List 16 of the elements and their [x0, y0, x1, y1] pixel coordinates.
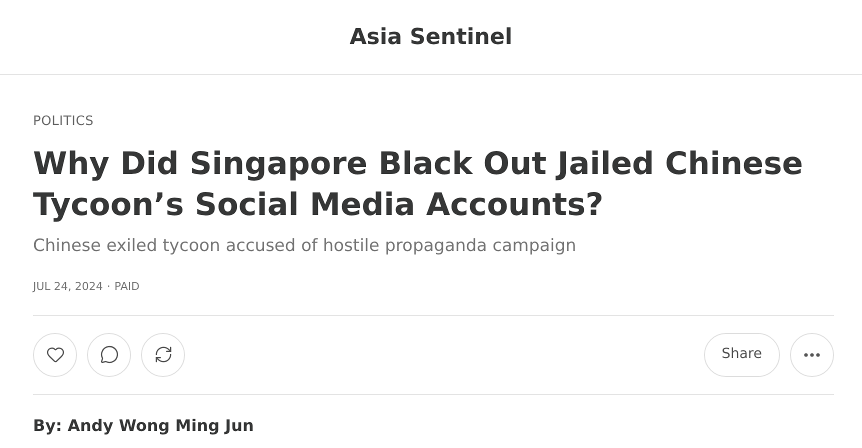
heart-icon: [46, 345, 64, 364]
circular-arrows-icon: [154, 345, 172, 364]
article-subtitle: Chinese exiled tycoon accused of hostile propaganda campaign: [33, 234, 578, 258]
publish-date: JUL 24, 2024: [33, 279, 103, 295]
more-icon: [804, 352, 820, 356]
separator-dot: ·: [106, 279, 110, 295]
restack-button[interactable]: [141, 332, 185, 376]
article-title: Why Did Singapore Black Out Jailed Chinese Tycoon’s Social Media Accounts?: [33, 144, 804, 224]
like-button[interactable]: [33, 332, 77, 376]
share-button[interactable]: Share: [704, 332, 780, 376]
comment-button[interactable]: [87, 332, 131, 376]
byline: By: Andy Wong Ming Jun: [33, 414, 255, 436]
speech-bubble-icon: [100, 345, 118, 364]
site-title[interactable]: Asia Sentinel: [350, 20, 512, 54]
access-label: PAID: [114, 279, 140, 295]
category-label[interactable]: POLITICS: [33, 112, 834, 132]
